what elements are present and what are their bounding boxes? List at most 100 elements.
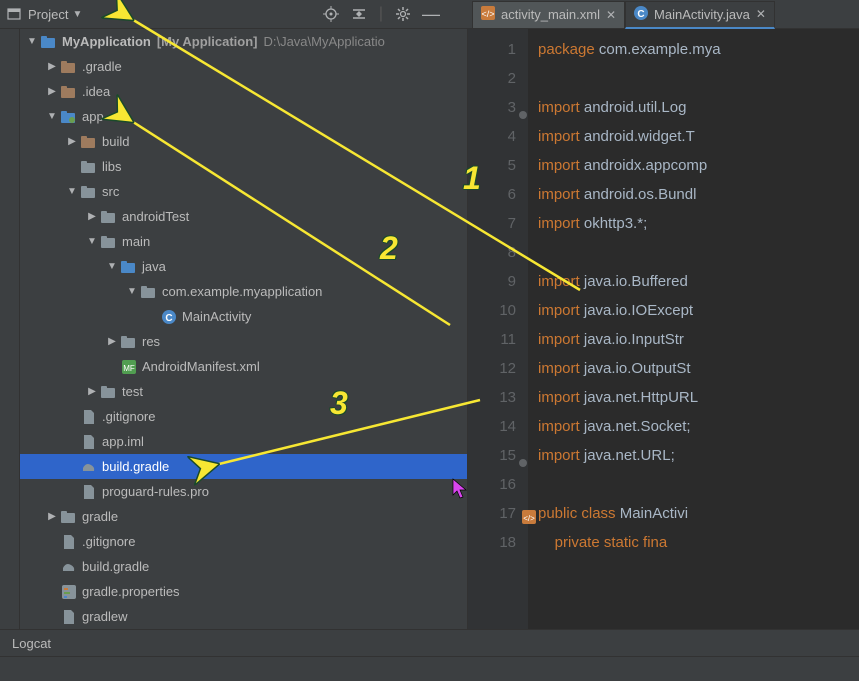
tree-item[interactable]: ▼ app xyxy=(20,104,467,129)
code-line[interactable]: import android.util.Log xyxy=(538,93,859,122)
code-line[interactable]: import okhttp3.*; xyxy=(538,209,859,238)
tree-node-label: gradle.properties xyxy=(82,584,180,599)
tree-arrow-icon[interactable]: ▼ xyxy=(104,261,120,272)
editor-tabs: </> activity_main.xml ✕ C MainActivity.j… xyxy=(472,0,775,29)
tree-arrow-icon[interactable]: ▼ xyxy=(64,186,80,197)
tab-label: activity_main.xml xyxy=(501,7,600,22)
tree-arrow-icon[interactable]: ▶ xyxy=(44,511,60,522)
tree-node-label: libs xyxy=(102,159,122,174)
tree-item[interactable]: build.gradle xyxy=(20,554,467,579)
code-content[interactable]: package com.example.mya import android.ut… xyxy=(528,29,859,629)
tree-item[interactable]: proguard-rules.pro xyxy=(20,479,467,504)
svg-text:MF: MF xyxy=(123,364,135,373)
code-line[interactable] xyxy=(538,238,859,267)
chevron-down-icon[interactable]: ▼ xyxy=(24,36,40,47)
left-tool-gutter[interactable] xyxy=(0,29,20,629)
code-line[interactable]: import java.net.Socket; xyxy=(538,412,859,441)
tree-arrow-icon[interactable]: ▶ xyxy=(84,386,100,397)
tree-node-label: app.iml xyxy=(102,434,144,449)
tree-node-icon xyxy=(60,610,78,624)
code-line[interactable]: package com.example.mya xyxy=(538,35,859,64)
project-label-text: Project xyxy=(28,7,68,22)
tree-arrow-icon[interactable]: ▼ xyxy=(44,111,60,122)
tab-activity-main-xml[interactable]: </> activity_main.xml ✕ xyxy=(472,1,625,29)
code-line[interactable] xyxy=(538,64,859,93)
logcat-tab[interactable]: Logcat xyxy=(12,636,51,651)
tree-item[interactable]: ▼java xyxy=(20,254,467,279)
code-line[interactable]: import java.io.Buffered xyxy=(538,267,859,296)
close-icon[interactable]: ✕ xyxy=(756,7,766,21)
tree-item[interactable]: ▶build xyxy=(20,129,467,154)
module-icon xyxy=(40,35,58,49)
tree-node-label: app xyxy=(82,109,104,124)
code-line[interactable]: import java.net.HttpURL xyxy=(538,383,859,412)
tree-item[interactable]: ▼src xyxy=(20,179,467,204)
tree-item[interactable]: build.gradle xyxy=(20,454,467,479)
tree-item[interactable]: ▼ main xyxy=(20,229,467,254)
tree-node-label: main xyxy=(122,234,150,249)
tree-arrow-icon[interactable]: ▶ xyxy=(64,136,80,147)
code-line[interactable]: import java.io.IOExcept xyxy=(538,296,859,325)
tree-item[interactable]: ▶res xyxy=(20,329,467,354)
line-number: 14 xyxy=(468,412,516,441)
tree-item[interactable]: MFAndroidManifest.xml xyxy=(20,354,467,379)
code-line[interactable]: import java.io.OutputSt xyxy=(538,354,859,383)
tree-node-label: .gitignore xyxy=(102,409,155,424)
tree-arrow-icon[interactable]: ▶ xyxy=(44,86,60,97)
tree-item[interactable]: ▶test xyxy=(20,379,467,404)
tab-main-activity-java[interactable]: C MainActivity.java ✕ xyxy=(625,1,775,29)
tree-item[interactable]: CMainActivity xyxy=(20,304,467,329)
tree-arrow-icon[interactable]: ▶ xyxy=(84,211,100,222)
tree-arrow-icon[interactable]: ▶ xyxy=(44,61,60,72)
tree-arrow-icon[interactable]: ▼ xyxy=(84,236,100,247)
tree-node-icon xyxy=(80,135,98,149)
tree-node-label: .gitignore xyxy=(82,534,135,549)
code-line[interactable]: import android.widget.T xyxy=(538,122,859,151)
project-view-icon[interactable] xyxy=(6,6,22,22)
tree-item[interactable]: ▶.gradle xyxy=(20,54,467,79)
tree-item[interactable]: gradlew xyxy=(20,604,467,629)
tree-item[interactable]: .gitignore xyxy=(20,529,467,554)
tree-item[interactable]: ▶.idea xyxy=(20,79,467,104)
code-line[interactable]: import java.net.URL; xyxy=(538,441,859,470)
code-line[interactable]: public class MainActivi xyxy=(538,499,859,528)
line-number: 7 xyxy=(468,209,516,238)
java-icon: C xyxy=(634,6,648,23)
tree-item[interactable]: ▶androidTest xyxy=(20,204,467,229)
tree-root[interactable]: ▼ MyApplication [My Application] D:\Java… xyxy=(20,29,467,54)
code-line[interactable]: import android.os.Bundl xyxy=(538,180,859,209)
line-number: 8 xyxy=(468,238,516,267)
tree-item[interactable]: ▶ gradle xyxy=(20,504,467,529)
tree-node-label: gradle xyxy=(82,509,118,524)
tree-item[interactable]: libs xyxy=(20,154,467,179)
bottom-run-bar xyxy=(0,656,859,681)
line-number: 1 xyxy=(468,35,516,64)
annotation-2: 2 xyxy=(380,230,398,267)
tree-arrow-icon[interactable]: ▼ xyxy=(124,286,140,297)
tree-node-icon xyxy=(60,85,78,99)
tree-node-icon xyxy=(80,485,98,499)
xml-icon: </> xyxy=(481,6,495,23)
annotation-3: 3 xyxy=(330,385,348,422)
code-line[interactable]: private static fina xyxy=(538,528,859,557)
tree-item[interactable]: .gitignore xyxy=(20,404,467,429)
tree-item[interactable]: gradle.properties xyxy=(20,579,467,604)
tree-node-icon xyxy=(120,260,138,274)
tree-arrow-icon[interactable]: ▶ xyxy=(104,336,120,347)
line-number: 12 xyxy=(468,354,516,383)
gear-icon[interactable] xyxy=(395,6,411,22)
tree-item[interactable]: app.iml xyxy=(20,429,467,454)
code-line[interactable] xyxy=(538,470,859,499)
svg-text:</>: </> xyxy=(481,9,494,19)
line-number: 3 xyxy=(468,93,516,122)
code-line[interactable]: import androidx.appcomp xyxy=(538,151,859,180)
code-line[interactable]: import java.io.InputStr xyxy=(538,325,859,354)
locate-icon[interactable] xyxy=(323,6,339,22)
project-dropdown[interactable]: Project ▼ xyxy=(28,7,82,22)
code-editor[interactable]: 1234567891011121314151617</>18 package c… xyxy=(468,29,859,629)
tree-item[interactable]: ▼com.example.myapplication xyxy=(20,279,467,304)
line-number: 17</> xyxy=(468,499,516,528)
collapse-icon[interactable] xyxy=(351,6,367,22)
close-icon[interactable]: ✕ xyxy=(606,8,616,22)
hide-icon[interactable]: — xyxy=(423,6,439,22)
